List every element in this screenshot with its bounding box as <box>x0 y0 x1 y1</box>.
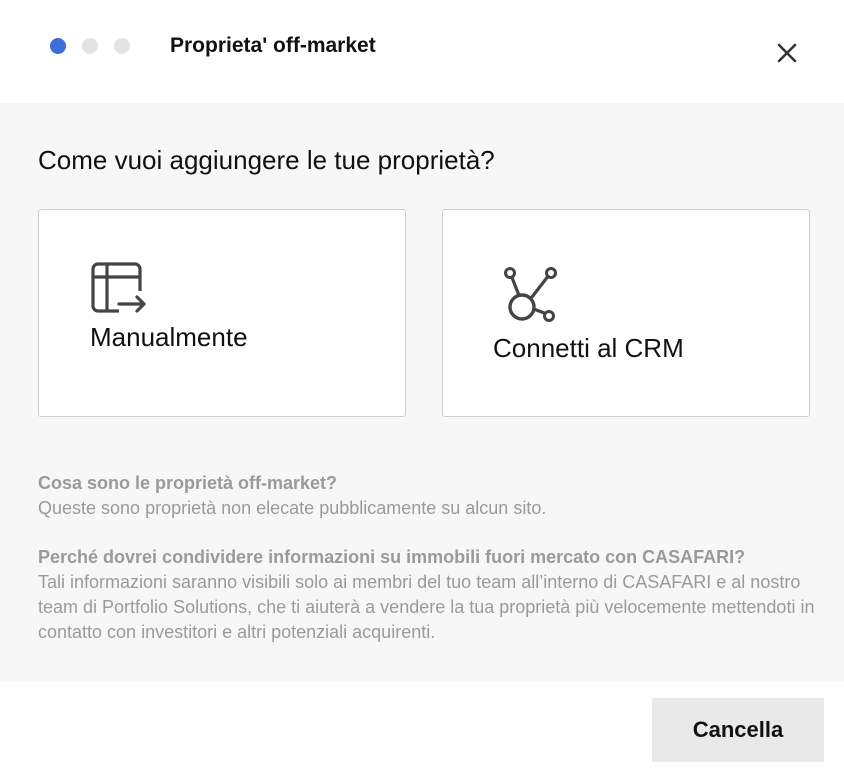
manual-option-card[interactable]: Manualmente <box>38 209 406 417</box>
crm-option-label: Connetti al CRM <box>493 333 684 363</box>
step-indicator <box>50 38 130 54</box>
cancel-button[interactable]: Cancella <box>652 698 824 762</box>
faq-question: Cosa sono le proprietà off-market? <box>38 473 338 493</box>
table-arrow-icon <box>91 262 146 313</box>
faq-question: Perché dovrei condividere informazioni s… <box>38 547 746 567</box>
step-dot-2 <box>82 38 98 54</box>
faq-item-off-market: Cosa sono le proprietà off-market? Quest… <box>38 471 818 521</box>
modal-footer: Cancella <box>0 682 844 772</box>
crm-option-card[interactable]: Connetti al CRM <box>442 209 810 417</box>
crm-connect-icon <box>504 267 557 322</box>
step-dot-3 <box>114 38 130 54</box>
close-icon[interactable] <box>772 38 802 68</box>
add-properties-modal: Proprieta' off-market Come vuoi aggiunge… <box>0 0 844 772</box>
modal-header: Proprieta' off-market <box>0 0 844 103</box>
faq-answer: Queste sono proprietà non elecate pubbli… <box>38 498 547 518</box>
manual-option-label: Manualmente <box>90 322 248 352</box>
close-button[interactable] <box>772 38 802 68</box>
faq-answer: Tali informazioni saranno visibili solo … <box>38 572 815 642</box>
faq-item-why-share: Perché dovrei condividere informazioni s… <box>38 545 818 645</box>
modal-body: Come vuoi aggiungere le tue proprietà? M… <box>0 103 844 682</box>
step-dot-1 <box>50 38 66 54</box>
method-question: Come vuoi aggiungere le tue proprietà? <box>38 145 495 175</box>
modal-title: Proprieta' off-market <box>170 34 376 57</box>
